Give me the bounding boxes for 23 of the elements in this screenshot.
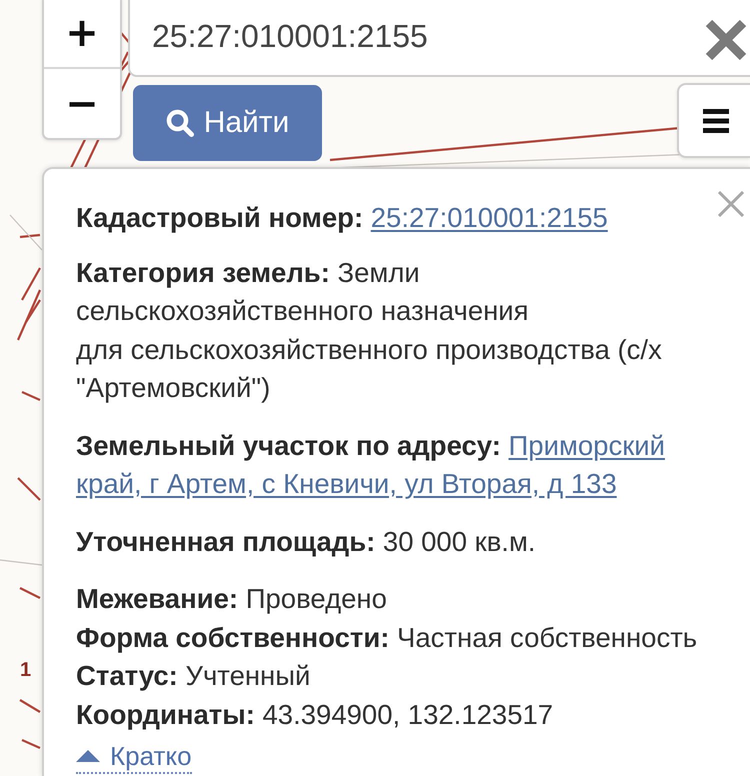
zoom-out-button[interactable]: −	[44, 69, 120, 138]
info-text: Статус: Учтенный	[76, 659, 312, 693]
field-label: Кадастровый номер:	[76, 202, 364, 233]
info-link[interactable]: край, г Артем, с Кневичи, ул Вторая, д 133	[76, 468, 617, 499]
search-button[interactable]: Найти	[133, 85, 322, 161]
collapse-link[interactable]: Кратко	[76, 740, 192, 774]
map-label: 1	[20, 660, 32, 680]
info-link[interactable]: Приморский	[508, 430, 665, 460]
info-link[interactable]: 25:27:010001:2155	[370, 202, 608, 233]
menu-icon	[702, 108, 728, 132]
info-text: Межевание: Проведено	[76, 582, 388, 616]
field-label: Земельный участок по адресу:	[76, 430, 501, 460]
info-text: Уточненная площадь: 30 000 кв.м.	[76, 524, 536, 558]
menu-button[interactable]	[677, 83, 750, 158]
close-icon[interactable]	[718, 191, 744, 217]
search-icon	[166, 109, 194, 137]
zoom-in-button[interactable]: +	[44, 0, 120, 69]
search-field[interactable]: 25:27:010001:2155	[128, 0, 750, 77]
info-text: Форма собственности: Частная собственность	[76, 620, 698, 655]
info-text: Категория земель: Земли сельскохозяйственного назначения для сельскохозяйственного производства (с/х "Артемовский")	[76, 256, 663, 405]
triangle-up-icon	[76, 750, 100, 762]
info-text: Координаты: 43.394900, 132.123517	[76, 698, 554, 732]
close-icon[interactable]	[705, 19, 747, 61]
